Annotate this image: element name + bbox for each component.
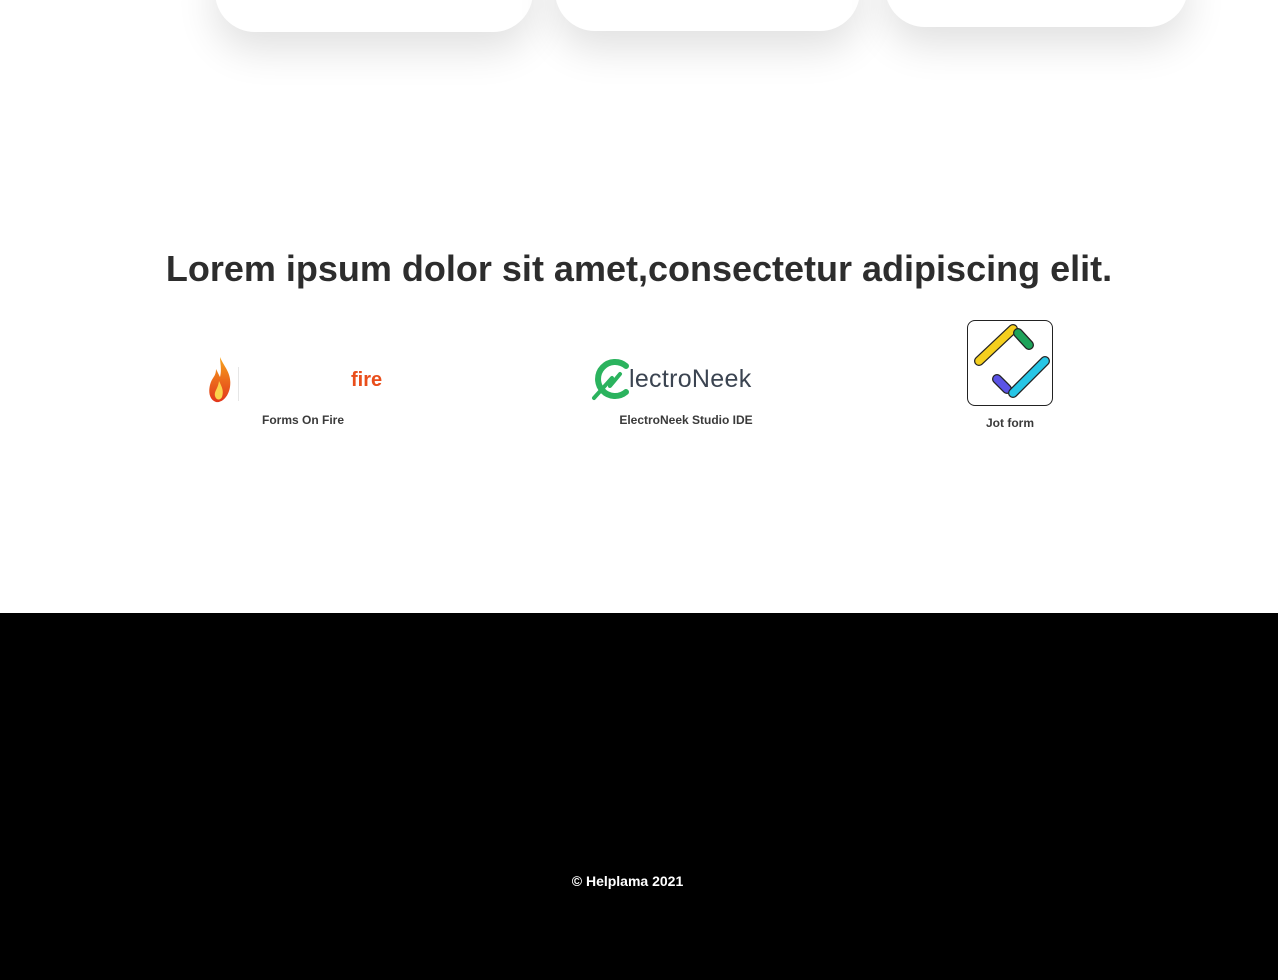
partner-electroneek[interactable]: lectroNeek ElectroNeek Studio IDE (586, 356, 786, 427)
partner-label: ElectroNeek Studio IDE (619, 413, 753, 427)
feature-card (215, 0, 533, 32)
feature-card (885, 0, 1188, 27)
electroneek-logo: lectroNeek (586, 356, 776, 402)
jotform-icon (973, 324, 1050, 398)
electroneek-logo-text: lectroNeek (629, 365, 752, 393)
flame-icon (209, 357, 231, 403)
electroneek-e-icon (592, 359, 629, 400)
jotform-logo (967, 320, 1053, 406)
site-footer: © Helplama 2021 (0, 613, 1278, 980)
partner-jotform[interactable]: Jot form (958, 320, 1062, 430)
partner-label: Jot form (986, 416, 1034, 430)
logo-divider (238, 367, 239, 401)
section-headline: Lorem ipsum dolor sit amet,consectetur a… (165, 248, 1113, 289)
feature-card (555, 0, 860, 31)
partner-forms-on-fire[interactable]: fire Forms On Fire (203, 355, 403, 427)
page: Lorem ipsum dolor sit amet,consectetur a… (0, 0, 1278, 980)
forms-on-fire-logo: fire (206, 355, 391, 405)
copyright-text: © Helplama 2021 (571, 873, 684, 889)
partner-label: Forms On Fire (261, 413, 344, 427)
forms-on-fire-logo-text: fire (351, 369, 383, 391)
